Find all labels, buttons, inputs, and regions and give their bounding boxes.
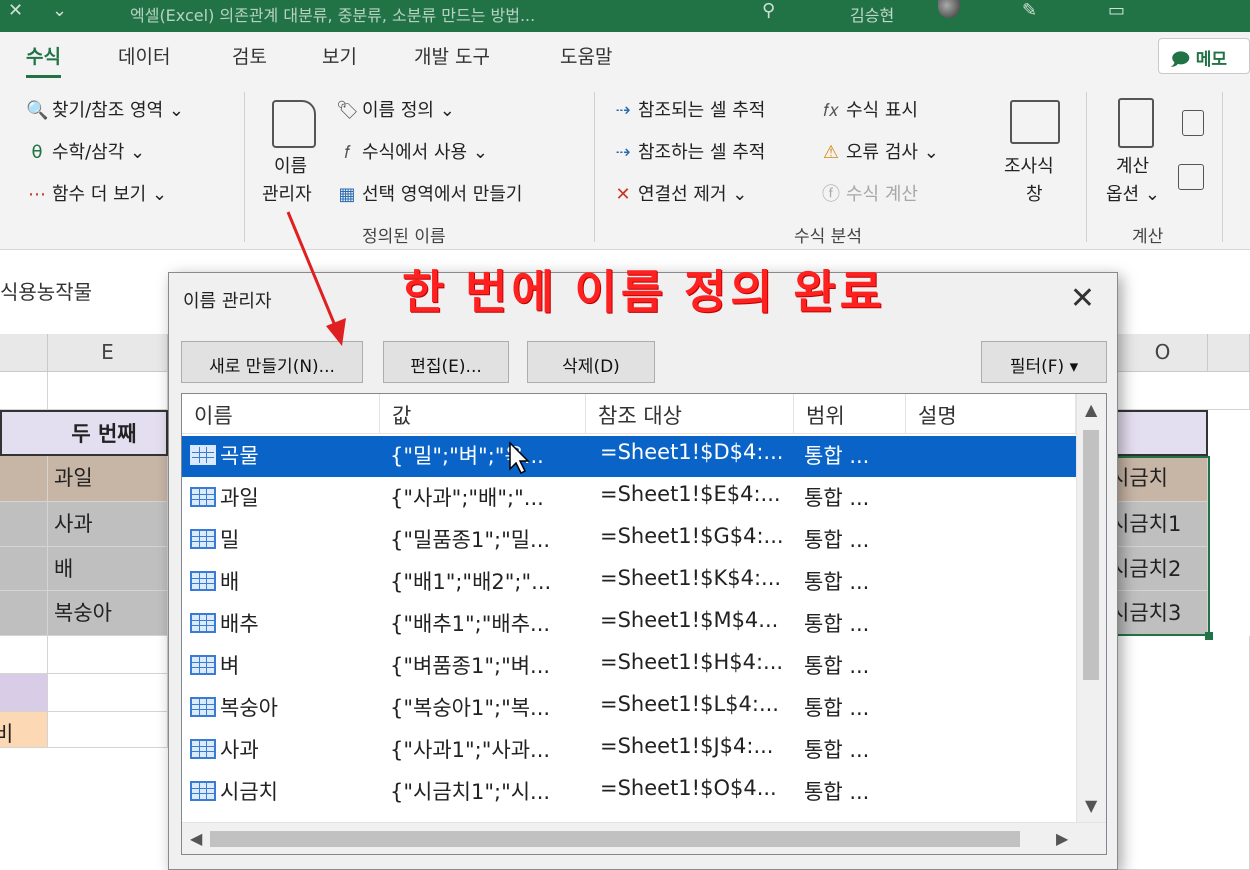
annotation-arrow xyxy=(286,211,346,346)
mouse-cursor-icon xyxy=(509,441,530,475)
